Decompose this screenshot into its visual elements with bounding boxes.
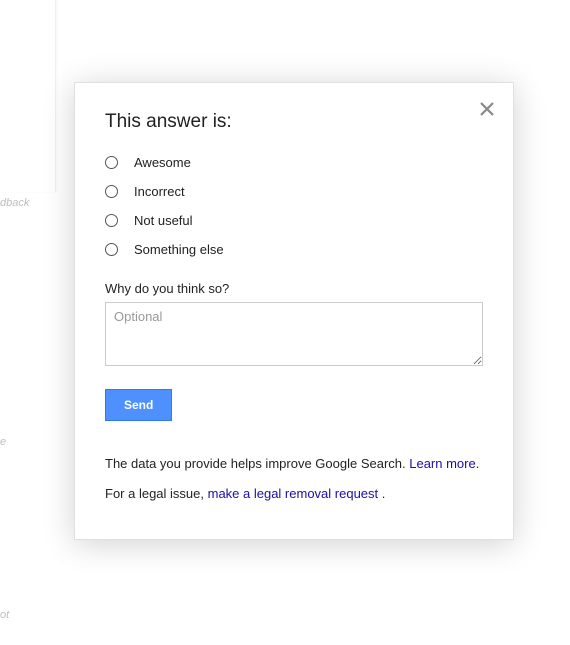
learn-more-link[interactable]: Learn more bbox=[409, 456, 475, 471]
modal-title: This answer is: bbox=[105, 111, 483, 133]
radio-option-awesome[interactable]: Awesome bbox=[105, 155, 483, 170]
close-button[interactable] bbox=[477, 99, 497, 119]
footer-text: For a legal issue, bbox=[105, 486, 208, 501]
radio-label: Something else bbox=[134, 242, 224, 257]
radio-option-something-else[interactable]: Something else bbox=[105, 242, 483, 257]
radio-icon bbox=[105, 214, 118, 227]
radio-label: Not useful bbox=[134, 213, 193, 228]
radio-option-not-useful[interactable]: Not useful bbox=[105, 213, 483, 228]
radio-icon bbox=[105, 185, 118, 198]
footer-text: . bbox=[476, 456, 480, 471]
close-icon bbox=[480, 102, 494, 116]
background-text: dback bbox=[0, 197, 29, 209]
radio-icon bbox=[105, 243, 118, 256]
radio-icon bbox=[105, 156, 118, 169]
feedback-textarea[interactable] bbox=[105, 302, 483, 366]
radio-option-incorrect[interactable]: Incorrect bbox=[105, 184, 483, 199]
background-panel bbox=[0, 0, 56, 192]
footer-text: The data you provide helps improve Googl… bbox=[105, 456, 409, 471]
legal-removal-link[interactable]: make a legal removal request bbox=[208, 486, 382, 501]
footer-text: . bbox=[382, 486, 386, 501]
radio-label: Awesome bbox=[134, 155, 191, 170]
send-button[interactable]: Send bbox=[105, 389, 172, 421]
background-text: ot bbox=[0, 609, 9, 621]
feedback-modal: This answer is: Awesome Incorrect Not us… bbox=[74, 82, 514, 540]
radio-label: Incorrect bbox=[134, 184, 185, 199]
feedback-prompt: Why do you think so? bbox=[105, 281, 483, 296]
modal-footer: The data you provide helps improve Googl… bbox=[105, 453, 483, 505]
background-text: e bbox=[0, 436, 6, 448]
